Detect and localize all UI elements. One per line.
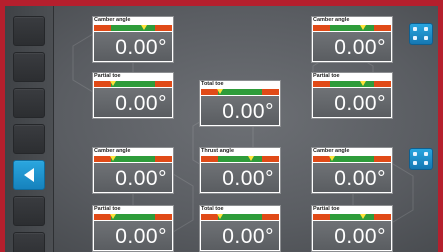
panel-label: Total toe	[201, 81, 224, 87]
sidebar-button-6[interactable]	[13, 196, 45, 226]
tolerance-bar	[201, 89, 279, 95]
sensor-dot	[424, 152, 428, 156]
panel-value: 0.00°	[313, 163, 391, 192]
panel-label: Camber angle	[313, 17, 350, 23]
measurement-panel: Partial toe 0.00°	[311, 72, 393, 119]
panel-label: Camber angle	[94, 17, 131, 23]
tolerance-bar	[313, 214, 391, 220]
panel-label: Partial toe	[94, 73, 121, 79]
indicator-marker	[359, 25, 366, 30]
back-button[interactable]	[13, 160, 45, 190]
panel-label: Camber angle	[94, 148, 131, 154]
sidebar-button-7[interactable]	[13, 232, 45, 252]
sidebar	[5, 6, 54, 252]
sensor-dot	[424, 27, 428, 31]
sidebar-button-4[interactable]	[13, 124, 45, 154]
panel-value: 0.00°	[94, 163, 172, 192]
panel-value: 0.00°	[201, 96, 279, 125]
panel-value: 0.00°	[94, 221, 172, 250]
indicator-marker	[216, 214, 223, 219]
sidebar-button-3[interactable]	[13, 88, 45, 118]
indicator-marker	[140, 25, 147, 30]
tolerance-bar	[94, 81, 172, 87]
indicator-marker	[109, 156, 116, 161]
front-sensor-icon[interactable]	[409, 23, 433, 45]
panel-label: Camber angle	[313, 148, 350, 154]
panel-label: Thrust angle	[201, 148, 235, 154]
tolerance-bar	[94, 156, 172, 162]
panel-value: 0.00°	[313, 32, 391, 61]
sensor-dot	[413, 161, 417, 165]
panel-value: 0.00°	[201, 163, 279, 192]
panel-label: Total toe	[201, 206, 224, 212]
panel-label: Partial toe	[313, 206, 340, 212]
measurement-panel: Camber angle 0.00°	[311, 147, 393, 194]
measurement-panel: Partial toe 0.00°	[92, 72, 174, 119]
measurement-panel: Total toe 0.00°	[199, 205, 281, 252]
alignment-screen: Camber angle 0.00° Camber angle 0.00° Partia…	[5, 6, 438, 252]
measurement-panel: Total toe 0.00°	[199, 80, 281, 127]
sensor-dot	[424, 36, 428, 40]
measurement-panel: Partial toe 0.00°	[92, 205, 174, 252]
rear-sensor-icon[interactable]	[409, 148, 433, 170]
tolerance-bar	[94, 214, 172, 220]
panel-value: 0.00°	[94, 88, 172, 117]
tolerance-bar	[201, 214, 279, 220]
indicator-marker	[216, 89, 223, 94]
sensor-dot	[413, 36, 417, 40]
indicator-marker	[109, 81, 116, 86]
indicator-marker	[247, 156, 254, 161]
panel-value: 0.00°	[313, 88, 391, 117]
measurement-panel: Thrust angle 0.00°	[199, 147, 281, 194]
back-arrow-icon	[24, 168, 34, 182]
measurement-panel: Camber angle 0.00°	[92, 147, 174, 194]
measurement-panel: Partial toe 0.00°	[311, 205, 393, 252]
panel-value: 0.00°	[201, 221, 279, 250]
tolerance-bar	[201, 156, 279, 162]
tolerance-bar	[313, 156, 391, 162]
measurement-panel: Camber angle 0.00°	[311, 16, 393, 63]
panel-label: Partial toe	[94, 206, 121, 212]
sensor-dot	[413, 27, 417, 31]
panel-value: 0.00°	[94, 32, 172, 61]
panel-value: 0.00°	[313, 221, 391, 250]
tolerance-bar	[313, 81, 391, 87]
measurement-panel: Camber angle 0.00°	[92, 16, 174, 63]
sidebar-button-2[interactable]	[13, 52, 45, 82]
indicator-marker	[359, 81, 366, 86]
panel-label: Partial toe	[313, 73, 340, 79]
indicator-marker	[328, 156, 335, 161]
sensor-dot	[413, 152, 417, 156]
indicator-marker	[109, 214, 116, 219]
indicator-marker	[359, 214, 366, 219]
sidebar-button-1[interactable]	[13, 16, 45, 46]
tolerance-bar	[94, 25, 172, 31]
sensor-dot	[424, 161, 428, 165]
tolerance-bar	[313, 25, 391, 31]
